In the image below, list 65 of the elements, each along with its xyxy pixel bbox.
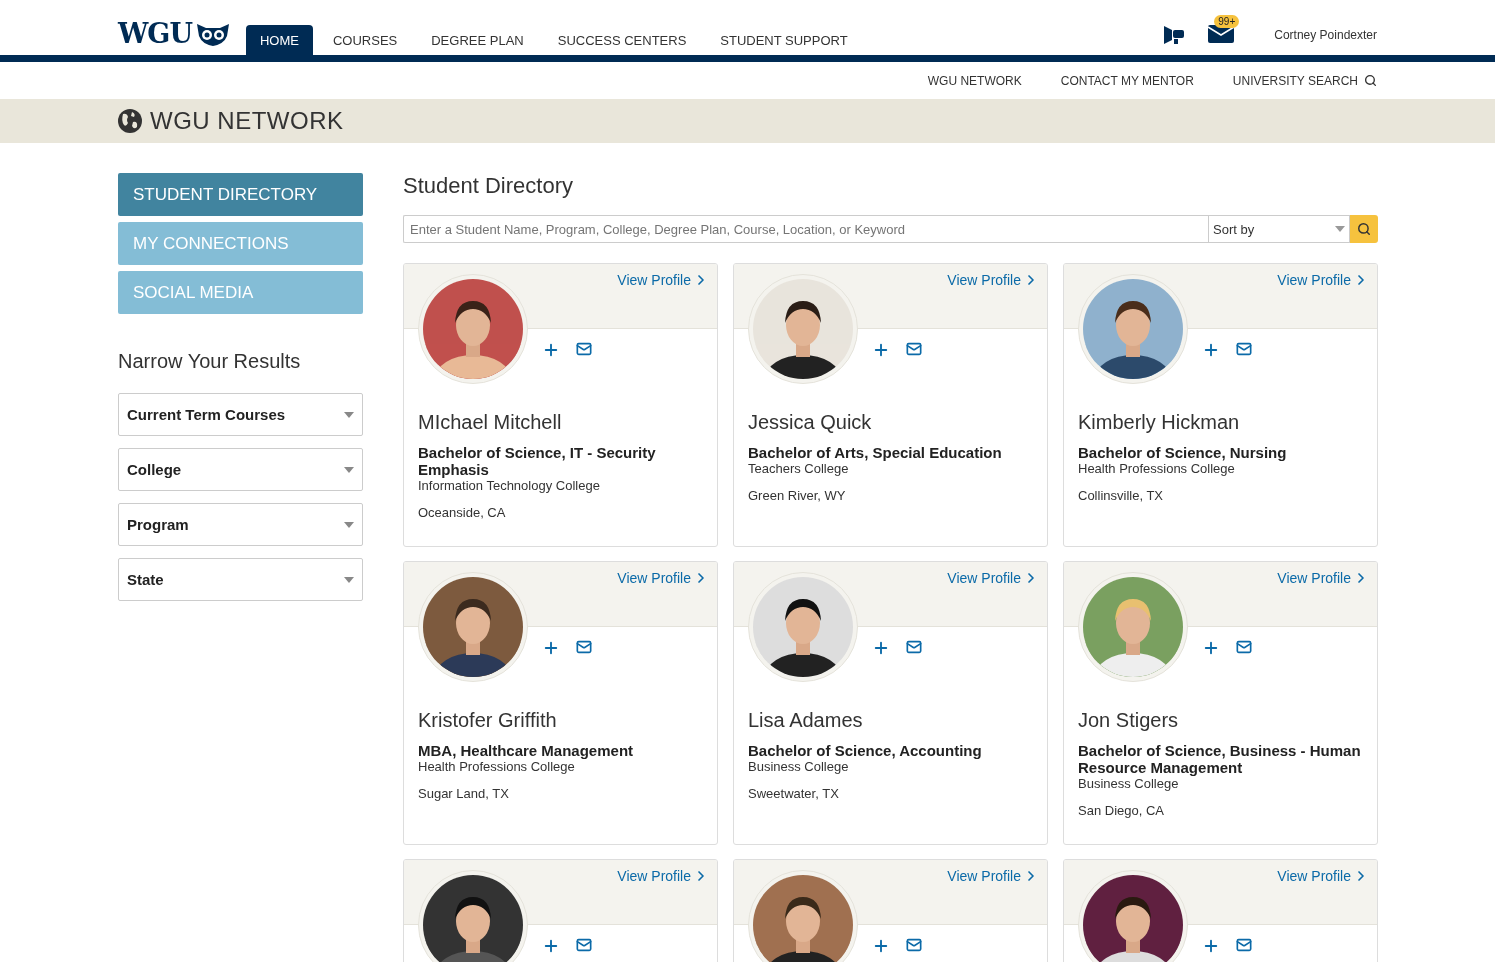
view-profile-link[interactable]: View Profile [617, 570, 709, 586]
sidebar-item[interactable]: STUDENT DIRECTORY [118, 173, 363, 216]
nav-tab[interactable]: STUDENT SUPPORT [706, 25, 862, 55]
student-name: MIchael Mitchell [418, 411, 563, 434]
program-name: Bachelor of Science, IT - Security Emphasis [418, 444, 657, 478]
program-name: Bachelor of Science, Nursing [1078, 444, 1288, 461]
filter-dropdown[interactable]: State [118, 558, 363, 601]
subnav-link[interactable]: UNIVERSITY SEARCH [1232, 73, 1377, 88]
view-profile-link[interactable]: View Profile [1277, 272, 1369, 288]
caret-icon [344, 466, 354, 473]
college-name: Business College [1078, 776, 1180, 791]
nav-tab[interactable]: HOME [245, 25, 313, 55]
student-name: Kristofer Griffith [418, 709, 558, 732]
caret-icon [1335, 226, 1345, 232]
caret-icon [344, 411, 354, 418]
search-icon [1364, 74, 1377, 87]
filter-dropdown[interactable]: College [118, 448, 363, 491]
view-profile-link[interactable]: View Profile [947, 272, 1039, 288]
search-icon [1357, 222, 1371, 236]
search-button[interactable] [1350, 215, 1378, 243]
filters-heading: Narrow Your Results [118, 350, 302, 373]
program-name: Bachelor of Arts, Special Education [748, 444, 1003, 461]
view-profile-link[interactable]: View Profile [1277, 868, 1369, 884]
user-name[interactable]: Cortney Poindexter [1274, 27, 1377, 42]
college-name: Teachers College [748, 461, 850, 476]
student-name: Lisa Adames [748, 709, 864, 732]
view-profile-link[interactable]: View Profile [1277, 570, 1369, 586]
location: San Diego, CA [1078, 803, 1165, 818]
owl-icon [195, 21, 230, 46]
globe-icon [118, 109, 142, 133]
view-profile-link[interactable]: View Profile [617, 272, 709, 288]
location: Collinsville, TX [1078, 488, 1164, 503]
notification-badge: 99+ [1214, 14, 1240, 28]
college-name: Information Technology College [418, 478, 601, 493]
view-profile-link[interactable]: View Profile [947, 570, 1039, 586]
megaphone-icon[interactable] [1162, 23, 1187, 46]
college-name: Business College [748, 759, 850, 774]
nav-tab[interactable]: SUCCESS CENTERS [543, 25, 701, 55]
program-name: Bachelor of Science, Business - Human Resource Management [1078, 742, 1362, 776]
subnav-link[interactable]: WGU NETWORK [927, 73, 1022, 88]
program-name: MBA, Healthcare Management [418, 742, 635, 759]
caret-icon [344, 521, 354, 528]
filter-dropdown[interactable]: Current Term Courses [118, 393, 363, 436]
location: Oceanside, CA [418, 505, 507, 520]
sort-dropdown[interactable]: Sort by [1208, 215, 1350, 243]
filter-dropdown[interactable]: Program [118, 503, 363, 546]
nav-tab[interactable]: COURSES [318, 25, 412, 55]
view-profile-link[interactable]: View Profile [947, 868, 1039, 884]
student-name: Jon Stigers [1078, 709, 1180, 732]
search-field[interactable]: Enter a Student Name, Program, College, Degree Plan, Course, Location, or Keyword [403, 215, 1208, 243]
nav-tab[interactable]: DEGREE PLAN [417, 25, 538, 55]
logo[interactable]: WGU [118, 18, 192, 49]
caret-icon [344, 576, 354, 583]
view-profile-link[interactable]: View Profile [617, 868, 709, 884]
student-name: Kimberly Hickman [1078, 411, 1241, 434]
student-name: Jessica Quick [748, 411, 873, 434]
location: Sweetwater, TX [748, 786, 840, 801]
section-title: Student Directory [403, 173, 574, 199]
subnav-link[interactable]: CONTACT MY MENTOR [1060, 73, 1194, 88]
location: Sugar Land, TX [418, 786, 510, 801]
college-name: Health Professions College [418, 759, 576, 774]
page-title: WGU NETWORK [150, 107, 344, 135]
program-name: Bachelor of Science, Accounting [748, 742, 983, 759]
college-name: Health Professions College [1078, 461, 1236, 476]
location: Green River, WY [748, 488, 847, 503]
